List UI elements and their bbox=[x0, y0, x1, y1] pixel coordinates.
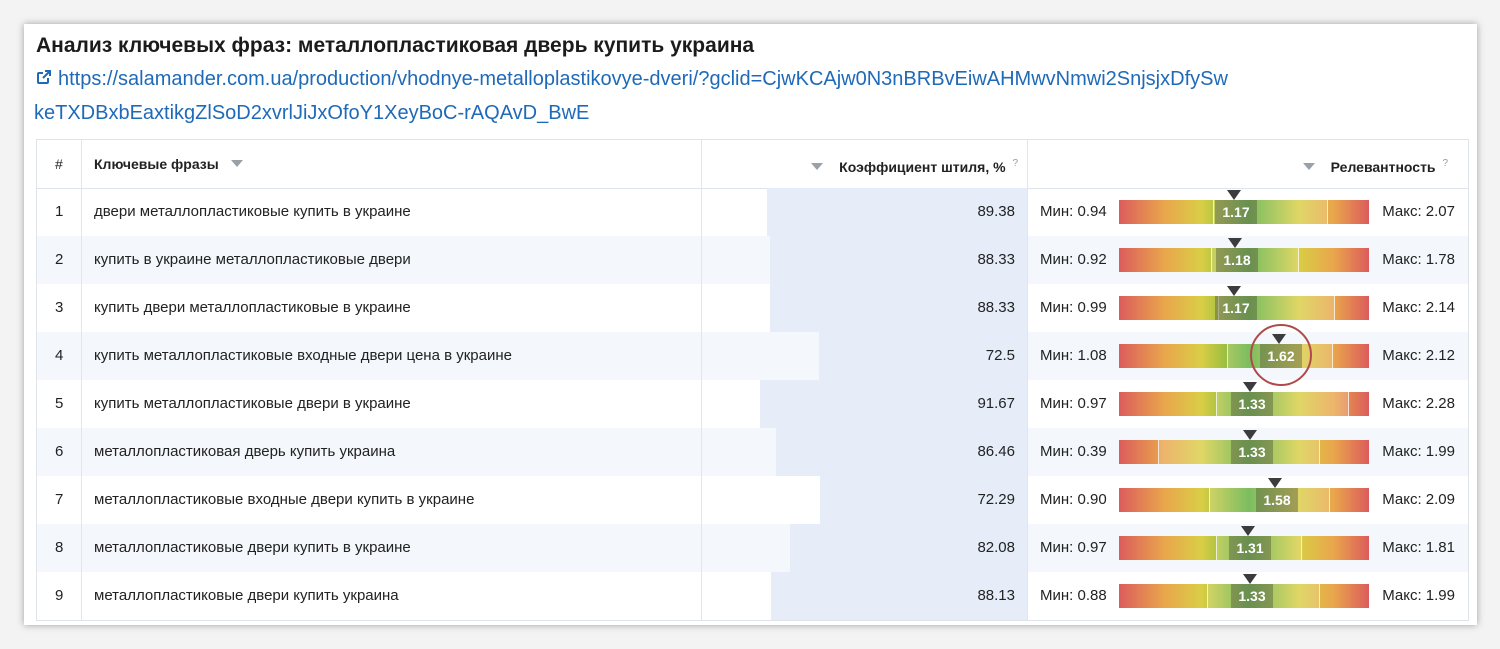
relevance-min: Мин: 0.97 bbox=[1040, 395, 1107, 412]
relevance-value: 1.33 bbox=[1231, 440, 1273, 464]
relevance-scale bbox=[1119, 344, 1369, 368]
keyword-phrase: купить двери металлопластиковые в украин… bbox=[94, 299, 411, 316]
coefficient-value: 82.08 bbox=[977, 539, 1015, 556]
keywords-table: # Ключевые фразы Коэффициент штиля, % ? … bbox=[36, 139, 1469, 621]
relevance-scale bbox=[1119, 488, 1369, 512]
header-relevance[interactable]: Релевантность ? bbox=[1302, 140, 1448, 188]
coefficient-value: 91.67 bbox=[977, 395, 1015, 412]
coefficient-value: 72.29 bbox=[977, 491, 1015, 508]
keyword-phrase: металлопластиковые входные двери купить … bbox=[94, 491, 475, 508]
relevance-value: 1.33 bbox=[1231, 392, 1273, 416]
keyword-phrase: купить металлопластиковые входные двери … bbox=[94, 347, 512, 364]
marker-triangle-icon bbox=[1228, 238, 1242, 248]
relevance-value: 1.58 bbox=[1256, 488, 1298, 512]
marker-triangle-icon bbox=[1243, 430, 1257, 440]
relevance-max: Макс: 2.09 bbox=[1382, 491, 1455, 508]
keyword-phrase: металлопластиковые двери купить в украин… bbox=[94, 539, 411, 556]
relevance-max: Макс: 1.99 bbox=[1382, 443, 1455, 460]
row-number: 8 bbox=[55, 539, 64, 556]
table-header: # Ключевые фразы Коэффициент штиля, % ? … bbox=[37, 140, 1468, 189]
coefficient-value: 88.33 bbox=[977, 251, 1015, 268]
marker-triangle-icon bbox=[1241, 526, 1255, 536]
table-row[interactable]: 3 купить двери металлопластиковые в украи… bbox=[37, 284, 1468, 332]
coefficient-value: 89.38 bbox=[977, 203, 1015, 220]
relevance-max: Макс: 1.78 bbox=[1382, 251, 1455, 268]
keyword-phrase: купить металлопластиковые двери в украин… bbox=[94, 395, 411, 412]
column-divider bbox=[81, 140, 82, 620]
help-icon[interactable]: ? bbox=[1442, 158, 1448, 169]
page-title: Анализ ключевых фраз: металлопластиковая… bbox=[36, 34, 755, 57]
coefficient-value: 86.46 bbox=[977, 443, 1015, 460]
relevance-value: 1.17 bbox=[1215, 296, 1257, 320]
table-row[interactable]: 6 металлопластиковая дверь купить украина… bbox=[37, 428, 1468, 476]
header-coefficient[interactable]: Коэффициент штиля, % ? bbox=[811, 140, 1018, 188]
keyword-phrase: металлопластиковая дверь купить украина bbox=[94, 443, 396, 460]
header-keywords[interactable]: Ключевые фразы bbox=[94, 140, 243, 188]
relevance-min: Мин: 0.99 bbox=[1040, 299, 1107, 316]
relevance-max: Макс: 1.99 bbox=[1382, 587, 1455, 604]
header-num: # bbox=[55, 156, 63, 172]
marker-triangle-icon bbox=[1243, 382, 1257, 392]
table-row[interactable]: 5 купить металлопластиковые двери в украи… bbox=[37, 380, 1468, 428]
table-row[interactable]: 2 купить в украине металлопластиковые две… bbox=[37, 236, 1468, 284]
relevance-min: Мин: 0.92 bbox=[1040, 251, 1107, 268]
keyword-phrase: металлопластиковые двери купить украина bbox=[94, 587, 399, 604]
sort-triangle-icon[interactable] bbox=[1302, 163, 1315, 170]
header-keywords-label: Ключевые фразы bbox=[94, 156, 219, 172]
highlight-circle bbox=[1250, 324, 1312, 386]
keyword-phrase: двери металлопластиковые купить в украин… bbox=[94, 203, 411, 220]
marker-triangle-icon bbox=[1243, 574, 1257, 584]
sort-triangle-icon[interactable] bbox=[230, 160, 243, 167]
relevance-max: Макс: 2.14 bbox=[1382, 299, 1455, 316]
row-number: 6 bbox=[55, 443, 64, 460]
row-number: 5 bbox=[55, 395, 64, 412]
sort-triangle-icon[interactable] bbox=[811, 163, 824, 170]
relevance-min: Мин: 0.94 bbox=[1040, 203, 1107, 220]
row-number: 1 bbox=[55, 203, 64, 220]
relevance-max: Макс: 2.12 bbox=[1382, 347, 1455, 364]
marker-triangle-icon bbox=[1227, 190, 1241, 200]
coefficient-value: 72.5 bbox=[985, 347, 1015, 364]
row-number: 3 bbox=[55, 299, 64, 316]
relevance-min: Мин: 1.08 bbox=[1040, 347, 1107, 364]
header-relevance-label: Релевантность bbox=[1330, 159, 1436, 175]
marker-triangle-icon bbox=[1268, 478, 1282, 488]
keyword-phrase: купить в украине металлопластиковые двер… bbox=[94, 251, 411, 268]
relevance-max: Макс: 2.07 bbox=[1382, 203, 1455, 220]
relevance-value: 1.18 bbox=[1216, 248, 1258, 272]
relevance-min: Мин: 0.90 bbox=[1040, 491, 1107, 508]
table-row[interactable]: 4 купить металлопластиковые входные двери… bbox=[37, 324, 1468, 386]
relevance-min: Мин: 0.97 bbox=[1040, 539, 1107, 556]
table-row[interactable]: 1 двери металлопластиковые купить в украи… bbox=[37, 188, 1468, 236]
relevance-value: 1.31 bbox=[1229, 536, 1271, 560]
table-row[interactable]: 8 металлопластиковые двери купить в украи… bbox=[37, 524, 1468, 572]
help-icon[interactable]: ? bbox=[1012, 158, 1018, 169]
relevance-min: Мин: 0.88 bbox=[1040, 587, 1107, 604]
relevance-value: 1.17 bbox=[1215, 200, 1257, 224]
header-coefficient-label: Коэффициент штиля, % bbox=[839, 159, 1006, 175]
table-row[interactable]: 7 металлопластиковые входные двери купить… bbox=[37, 476, 1468, 524]
coefficient-value: 88.13 bbox=[977, 587, 1015, 604]
row-number: 7 bbox=[55, 491, 64, 508]
column-divider bbox=[701, 140, 702, 620]
coefficient-value: 88.33 bbox=[977, 299, 1015, 316]
column-divider bbox=[1027, 140, 1028, 620]
relevance-max: Макс: 2.28 bbox=[1382, 395, 1455, 412]
relevance-value: 1.33 bbox=[1231, 584, 1273, 608]
page-url-link[interactable]: https://salamander.com.ua/production/vho… bbox=[34, 62, 1234, 130]
table-row[interactable]: 9 металлопластиковые двери купить украина… bbox=[37, 572, 1468, 620]
marker-triangle-icon bbox=[1227, 286, 1241, 296]
row-number: 2 bbox=[55, 251, 64, 268]
row-number: 9 bbox=[55, 587, 64, 604]
row-number: 4 bbox=[55, 347, 64, 364]
relevance-max: Макс: 1.81 bbox=[1382, 539, 1455, 556]
keyword-analysis-panel: Анализ ключевых фраз: металлопластиковая… bbox=[24, 24, 1477, 625]
relevance-min: Мин: 0.39 bbox=[1040, 443, 1107, 460]
